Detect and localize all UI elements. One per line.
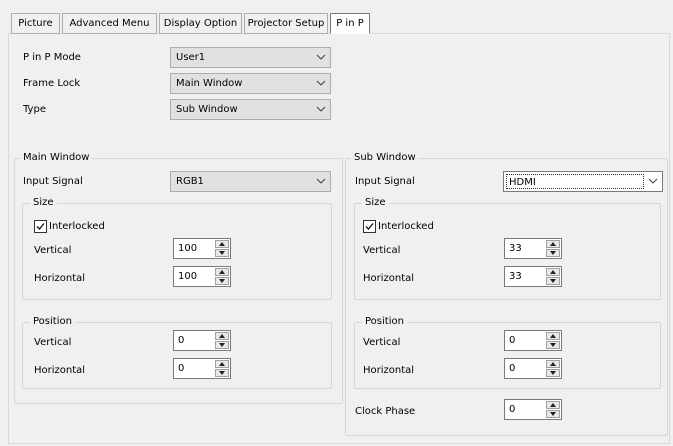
type-label: Type [23,104,46,115]
chevron-down-icon [316,54,326,60]
spin-up-button[interactable] [546,268,560,276]
spin-down-button[interactable] [546,369,560,377]
tab-display-option[interactable]: Display Option [159,13,242,34]
sub-position-vertical-spin[interactable]: 0 [504,330,562,351]
sub-interlocked-label: Interlocked [378,221,434,232]
main-size-horizontal-spin[interactable]: 100 [173,266,231,287]
tab-projector-setup[interactable]: Projector Setup [244,13,328,34]
main-size-vertical-label: Vertical [34,245,72,256]
spin-down-button[interactable] [546,341,560,349]
spin-up-button[interactable] [215,268,229,276]
main-interlocked-label: Interlocked [49,221,105,232]
spin-down-button[interactable] [215,341,229,349]
frame-lock-label: Frame Lock [23,78,81,89]
main-position-horizontal-label: Horizontal [34,365,86,376]
main-interlocked-checkbox[interactable] [34,220,47,233]
sub-size-title: Size [362,197,389,209]
pinp-mode-select[interactable]: User1 [170,47,331,68]
sub-input-signal-value: HDMI [509,177,536,188]
sub-size-horizontal-label: Horizontal [363,273,415,284]
spin-down-button[interactable] [546,277,560,285]
sub-size-horizontal-value: 33 [509,271,522,282]
check-icon [365,223,374,230]
main-size-horizontal-value: 100 [178,271,198,282]
main-size-horizontal-label: Horizontal [34,273,86,284]
main-position-horizontal-spin[interactable]: 0 [173,358,231,379]
sub-input-signal-select[interactable]: HDMI [503,171,663,192]
chevron-down-icon [648,178,658,184]
main-window-title: Main Window [20,152,93,164]
chevron-down-icon [316,80,326,86]
sub-input-signal-field[interactable]: HDMI [506,174,644,189]
frame-lock-select[interactable]: Main Window [170,73,331,94]
frame-lock-value: Main Window [176,78,243,89]
sub-position-horizontal-spin[interactable]: 0 [504,358,562,379]
check-icon [36,223,45,230]
main-position-horizontal-value: 0 [178,363,185,374]
spin-up-button[interactable] [215,360,229,368]
sub-position-horizontal-value: 0 [509,363,516,374]
pinp-mode-value: User1 [176,52,206,63]
sub-position-vertical-label: Vertical [363,337,401,348]
main-input-signal-label: Input Signal [23,176,83,187]
main-position-title: Position [30,316,75,328]
type-value: Sub Window [176,104,238,115]
main-input-signal-value: RGB1 [176,176,204,187]
pinp-mode-label: P in P Mode [23,52,81,63]
spin-up-button[interactable] [546,332,560,340]
type-select[interactable]: Sub Window [170,99,331,120]
clock-phase-label: Clock Phase [355,406,416,417]
spin-up-button[interactable] [546,240,560,248]
sub-window-title: Sub Window [351,152,419,164]
main-position-vertical-label: Vertical [34,337,72,348]
main-input-signal-select[interactable]: RGB1 [170,171,331,192]
clock-phase-spin[interactable]: 0 [504,399,562,420]
chevron-down-icon [316,106,326,112]
tab-p-in-p[interactable]: P in P [330,13,370,34]
tab-advanced-menu[interactable]: Advanced Menu [62,13,157,34]
sub-position-title: Position [362,316,407,328]
tab-picture[interactable]: Picture [11,13,60,34]
spin-down-button[interactable] [215,277,229,285]
spin-up-button[interactable] [215,332,229,340]
clock-phase-value: 0 [509,404,516,415]
sub-position-horizontal-label: Horizontal [363,365,415,376]
main-size-vertical-spin[interactable]: 100 [173,238,231,259]
sub-interlocked-checkbox[interactable] [363,220,376,233]
sub-position-vertical-value: 0 [509,335,516,346]
spin-down-button[interactable] [546,410,560,418]
sub-size-vertical-value: 33 [509,243,522,254]
sub-size-vertical-label: Vertical [363,245,401,256]
spin-down-button[interactable] [215,369,229,377]
spin-up-button[interactable] [546,360,560,368]
main-size-vertical-value: 100 [178,243,198,254]
sub-size-vertical-spin[interactable]: 33 [504,238,562,259]
sub-input-signal-label: Input Signal [355,176,415,187]
spin-down-button[interactable] [546,249,560,257]
spin-up-button[interactable] [215,240,229,248]
chevron-down-icon [316,178,326,184]
spin-down-button[interactable] [215,249,229,257]
spin-up-button[interactable] [546,401,560,409]
main-position-vertical-spin[interactable]: 0 [173,330,231,351]
main-size-title: Size [30,197,57,209]
sub-size-horizontal-spin[interactable]: 33 [504,266,562,287]
main-position-vertical-value: 0 [178,335,185,346]
